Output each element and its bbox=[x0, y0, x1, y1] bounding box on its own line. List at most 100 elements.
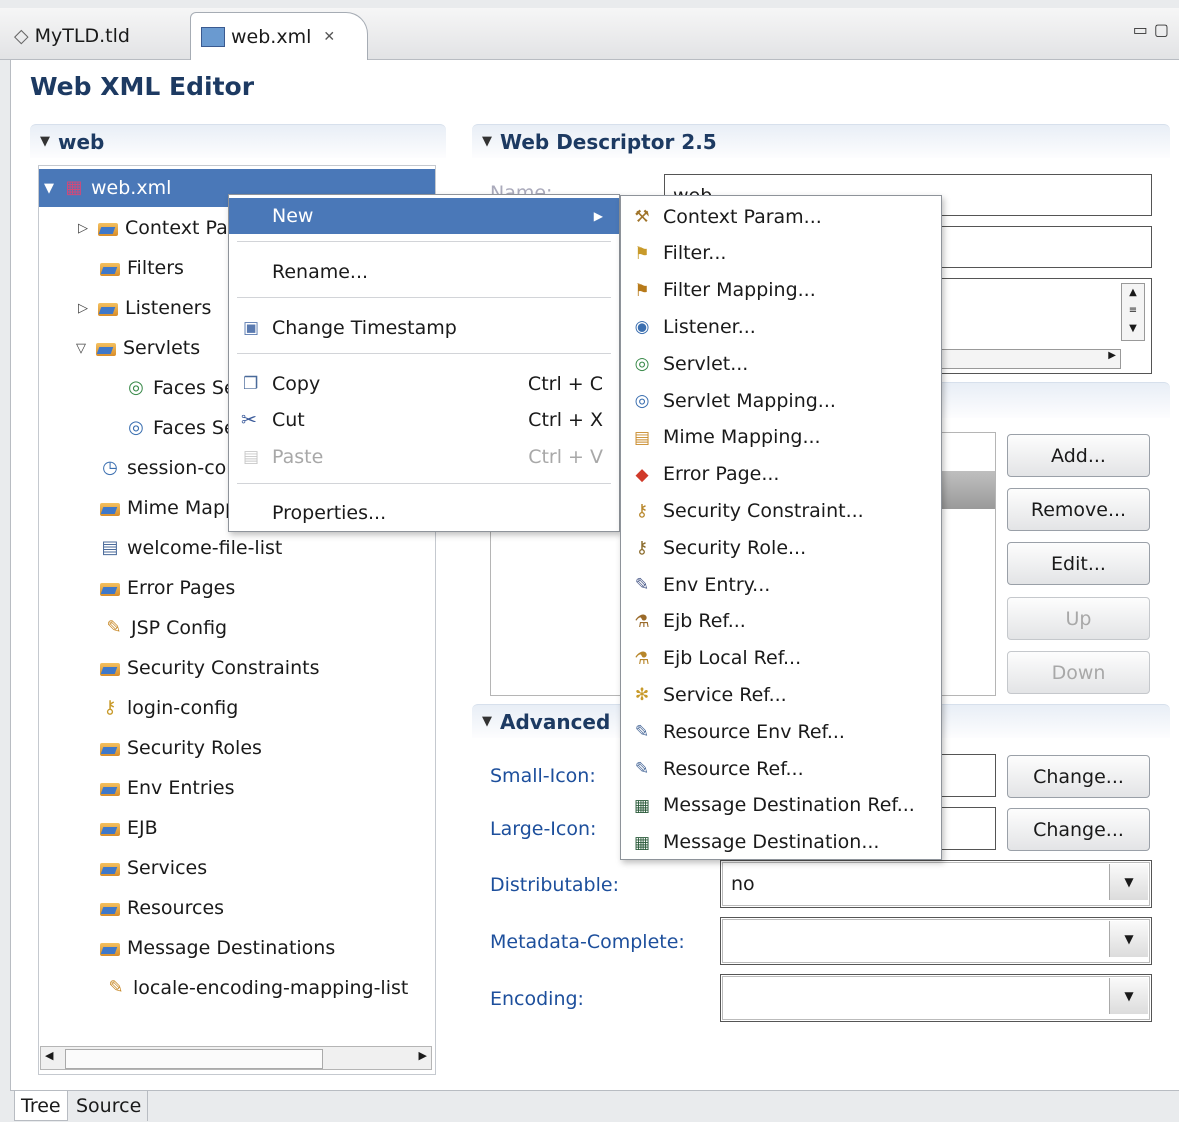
down-button[interactable]: Down bbox=[1007, 651, 1150, 694]
submenu-item[interactable]: ✻ Service Ref... bbox=[621, 676, 941, 713]
menu-item-paste[interactable]: ▤ Paste Ctrl + V bbox=[229, 439, 619, 475]
submenu-item-label: Env Entry... bbox=[663, 573, 771, 596]
small-icon-label: Small-Icon: bbox=[490, 765, 596, 787]
submenu-item-label: Error Page... bbox=[663, 463, 780, 486]
submenu-item-icon: ▤ bbox=[633, 427, 651, 448]
folder-icon bbox=[99, 779, 121, 797]
tree-item-label: login-config bbox=[127, 697, 239, 719]
submenu-item[interactable]: ◉ Listener... bbox=[621, 308, 941, 345]
tree-horizontal-scrollbar[interactable]: ◀ ▶ bbox=[40, 1046, 432, 1070]
submenu-item[interactable]: ◎ Servlet Mapping... bbox=[621, 382, 941, 419]
tree-item[interactable]: ▷ Listeners bbox=[39, 289, 211, 327]
submenu-item-label: Filter Mapping... bbox=[663, 279, 816, 302]
chevron-down-icon[interactable]: ▼ bbox=[1109, 978, 1148, 1014]
tree-item-label: Message Destinations bbox=[127, 937, 336, 959]
submenu-item[interactable]: ▤ Mime Mapping... bbox=[621, 419, 941, 456]
distributable-value: no bbox=[731, 873, 755, 895]
remove-button[interactable]: Remove... bbox=[1007, 488, 1150, 531]
submenu-item[interactable]: ▦ Message Destination Ref... bbox=[621, 787, 941, 824]
chevron-down-icon[interactable]: ▼ bbox=[1109, 864, 1148, 900]
tab-mytld[interactable]: ◇ MyTLD.tld bbox=[4, 12, 140, 60]
tree-item[interactable]: Filters bbox=[39, 249, 184, 287]
submenu-item[interactable]: ✎ Env Entry... bbox=[621, 566, 941, 603]
menu-separator bbox=[237, 483, 611, 484]
submenu-item[interactable]: ▦ Message Destination... bbox=[621, 824, 941, 861]
bottom-tab-bar bbox=[10, 1090, 1179, 1122]
submenu-item[interactable]: ◆ Error Page... bbox=[621, 456, 941, 493]
submenu-item[interactable]: ⚷ Security Constraint... bbox=[621, 492, 941, 529]
chevron-down-icon[interactable]: ▼ bbox=[1109, 921, 1148, 957]
menu-item-label: Change Timestamp bbox=[272, 317, 457, 339]
add-button[interactable]: Add... bbox=[1007, 434, 1150, 477]
submenu-item[interactable]: ⚑ Filter Mapping... bbox=[621, 272, 941, 309]
tree-item[interactable]: Resources bbox=[39, 889, 224, 927]
submenu-item[interactable]: ✎ Resource Env Ref... bbox=[621, 713, 941, 750]
editor-title: Web XML Editor bbox=[30, 72, 255, 101]
submenu-item[interactable]: ⚗ Ejb Ref... bbox=[621, 603, 941, 640]
tree-item[interactable]: ⚷ login-config bbox=[39, 689, 238, 727]
menu-item-new[interactable]: New ▶ bbox=[229, 198, 619, 234]
metadata-complete-combo[interactable]: ▼ bbox=[720, 917, 1152, 965]
up-button[interactable]: Up bbox=[1007, 597, 1150, 640]
submenu-item[interactable]: ⚷ Security Role... bbox=[621, 529, 941, 566]
tree-item[interactable]: Services bbox=[39, 849, 207, 887]
encoding-combo[interactable]: ▼ bbox=[720, 974, 1152, 1022]
tree-item[interactable]: ✎ locale-encoding-mapping-list bbox=[39, 969, 408, 1007]
submenu-item[interactable]: ◎ Servlet... bbox=[621, 345, 941, 382]
menu-item-properties[interactable]: Properties... bbox=[229, 495, 619, 531]
tree-item[interactable]: ▽ Servlets bbox=[39, 329, 200, 367]
expand-arrow-icon[interactable]: ▼ bbox=[41, 181, 57, 196]
tree-item[interactable]: ✎ JSP Config bbox=[39, 609, 227, 647]
menu-item-change-timestamp[interactable]: ▣ Change Timestamp bbox=[229, 310, 619, 346]
folder-icon bbox=[99, 659, 121, 677]
tree-item[interactable]: Message Destinations bbox=[39, 929, 335, 967]
web-xml-icon: ▦ bbox=[65, 177, 83, 198]
large-icon-label: Large-Icon: bbox=[490, 818, 597, 840]
tab-source[interactable]: Source bbox=[70, 1091, 149, 1121]
submenu-item-icon: ◉ bbox=[634, 317, 650, 338]
menu-item-cut[interactable]: ✂ Cut Ctrl + X bbox=[229, 402, 619, 438]
menu-item-copy[interactable]: ❐ Copy Ctrl + C bbox=[229, 366, 619, 402]
distributable-label: Distributable: bbox=[490, 874, 619, 896]
submenu-item-label: Resource Env Ref... bbox=[663, 720, 845, 743]
vertical-scrollbar[interactable]: ▲ ≡ ▼ bbox=[1121, 283, 1145, 341]
submenu-item-icon: ▦ bbox=[633, 795, 651, 816]
submenu-item-icon: ⚗ bbox=[634, 648, 650, 669]
submenu-item-icon: ✎ bbox=[634, 759, 650, 779]
tree-item[interactable]: Security Roles bbox=[39, 729, 262, 767]
tree-item[interactable]: ▤ welcome-file-list bbox=[39, 529, 282, 567]
tree-item-label: web.xml bbox=[91, 177, 172, 199]
expand-arrow-icon[interactable]: ▷ bbox=[75, 301, 91, 316]
menu-separator bbox=[237, 297, 611, 298]
close-icon[interactable]: ✕ bbox=[323, 29, 335, 45]
menu-item-shortcut: Ctrl + C bbox=[527, 373, 603, 395]
distributable-combo[interactable]: no ▼ bbox=[720, 860, 1152, 908]
submenu-item[interactable]: ⚑ Filter... bbox=[621, 235, 941, 272]
submenu-item[interactable]: ⚒ Context Param... bbox=[621, 198, 941, 235]
expand-arrow-icon[interactable]: ▽ bbox=[73, 341, 89, 356]
tree-section-header[interactable]: ▼ web bbox=[30, 124, 446, 158]
small-icon-change-button[interactable]: Change... bbox=[1007, 755, 1150, 798]
submenu-item-label: Listener... bbox=[663, 315, 756, 338]
encoding-label: Encoding: bbox=[490, 988, 584, 1010]
submenu-item[interactable]: ✎ Resource Ref... bbox=[621, 750, 941, 787]
submenu-item[interactable]: ⚗ Ejb Local Ref... bbox=[621, 640, 941, 677]
tab-web-xml[interactable]: web.xml ✕ bbox=[190, 12, 368, 60]
minimize-maximize-buttons[interactable]: ▭▢ bbox=[1133, 20, 1175, 39]
tree-item[interactable]: EJB bbox=[39, 809, 158, 847]
tree-item[interactable]: Env Entries bbox=[39, 769, 235, 807]
submenu-item-icon: ⚑ bbox=[634, 243, 650, 264]
edit-button[interactable]: Edit... bbox=[1007, 542, 1150, 585]
descriptor-section-header[interactable]: ▼ Web Descriptor 2.5 bbox=[472, 124, 1170, 158]
collapse-icon: ▼ bbox=[40, 134, 50, 149]
servlet-icon: ◎ bbox=[128, 377, 144, 398]
tree-item[interactable]: Error Pages bbox=[39, 569, 235, 607]
menu-item-shortcut: Ctrl + V bbox=[528, 446, 603, 468]
large-icon-change-button[interactable]: Change... bbox=[1007, 808, 1150, 851]
menu-item-rename[interactable]: Rename... bbox=[229, 254, 619, 290]
tab-tree[interactable]: Tree bbox=[14, 1091, 68, 1121]
tree-item[interactable]: Security Constraints bbox=[39, 649, 319, 687]
folder-icon bbox=[99, 899, 121, 917]
submenu-item-label: Service Ref... bbox=[663, 683, 787, 706]
expand-arrow-icon[interactable]: ▷ bbox=[75, 221, 91, 236]
